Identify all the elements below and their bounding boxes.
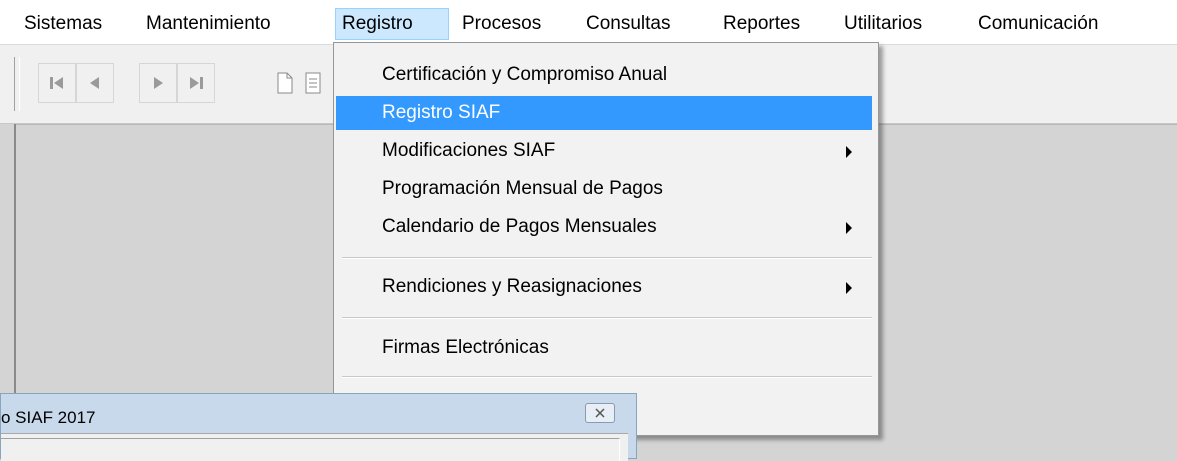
menu-reportes[interactable]: Reportes (717, 8, 806, 40)
submenu-arrow-icon (846, 222, 852, 234)
menu-item-label: Firmas Electrónicas (382, 337, 549, 358)
submenu-arrow-icon (846, 282, 852, 294)
menu-item-label: Programación Mensual de Pagos (382, 178, 663, 199)
dialog-title: o SIAF 2017 (1, 408, 96, 427)
menu-utilitarios[interactable]: Utilitarios (838, 8, 928, 40)
dialog-inner-panel (1, 438, 620, 461)
document-icon[interactable] (304, 63, 333, 103)
menu-item-calendario-pagos[interactable]: Calendario de Pagos Mensuales (336, 210, 872, 244)
siaf-dialog-window: o SIAF 2017 (0, 393, 637, 461)
registro-dropdown-menu: Certificación y Compromiso Anual Registr… (333, 42, 879, 436)
menu-item-registro-siaf[interactable]: Registro SIAF (336, 96, 872, 130)
menu-item-modificaciones-siaf[interactable]: Modificaciones SIAF (336, 134, 872, 168)
mdi-frame-edge (0, 124, 16, 393)
close-icon[interactable] (585, 403, 615, 423)
menu-item-firmas-electronicas[interactable]: Firmas Electrónicas (336, 331, 872, 365)
submenu-arrow-icon (846, 146, 852, 158)
menu-bar: Sistemas Mantenimiento Registro Procesos… (0, 0, 1177, 45)
menu-consultas[interactable]: Consultas (580, 8, 677, 40)
menu-item-label: Calendario de Pagos Mensuales (382, 216, 657, 237)
toolbar-grip[interactable] (14, 57, 20, 111)
menu-item-label: Modificaciones SIAF (382, 140, 556, 161)
menu-sistemas[interactable]: Sistemas (18, 8, 108, 40)
menu-item-programacion-mensual[interactable]: Programación Mensual de Pagos (336, 172, 872, 206)
menu-item-certificacion[interactable]: Certificación y Compromiso Anual (336, 58, 872, 92)
menu-procesos[interactable]: Procesos (456, 8, 547, 40)
previous-record-icon[interactable] (76, 63, 114, 103)
menu-comunicacion[interactable]: Comunicación (972, 8, 1104, 40)
menu-item-label: Certificación y Compromiso Anual (382, 64, 668, 85)
menu-separator (342, 257, 872, 259)
new-document-icon[interactable] (266, 63, 304, 103)
menu-separator (342, 317, 872, 319)
menu-separator (342, 376, 872, 378)
menu-mantenimiento[interactable]: Mantenimiento (140, 8, 277, 40)
next-record-icon[interactable] (139, 63, 177, 103)
menu-item-label: Rendiciones y Reasignaciones (382, 276, 642, 297)
menu-item-rendiciones[interactable]: Rendiciones y Reasignaciones (336, 270, 872, 304)
first-record-icon[interactable] (38, 63, 76, 103)
last-record-icon[interactable] (177, 63, 215, 103)
menu-registro[interactable]: Registro (335, 8, 449, 40)
menu-item-label: Registro SIAF (382, 102, 501, 123)
